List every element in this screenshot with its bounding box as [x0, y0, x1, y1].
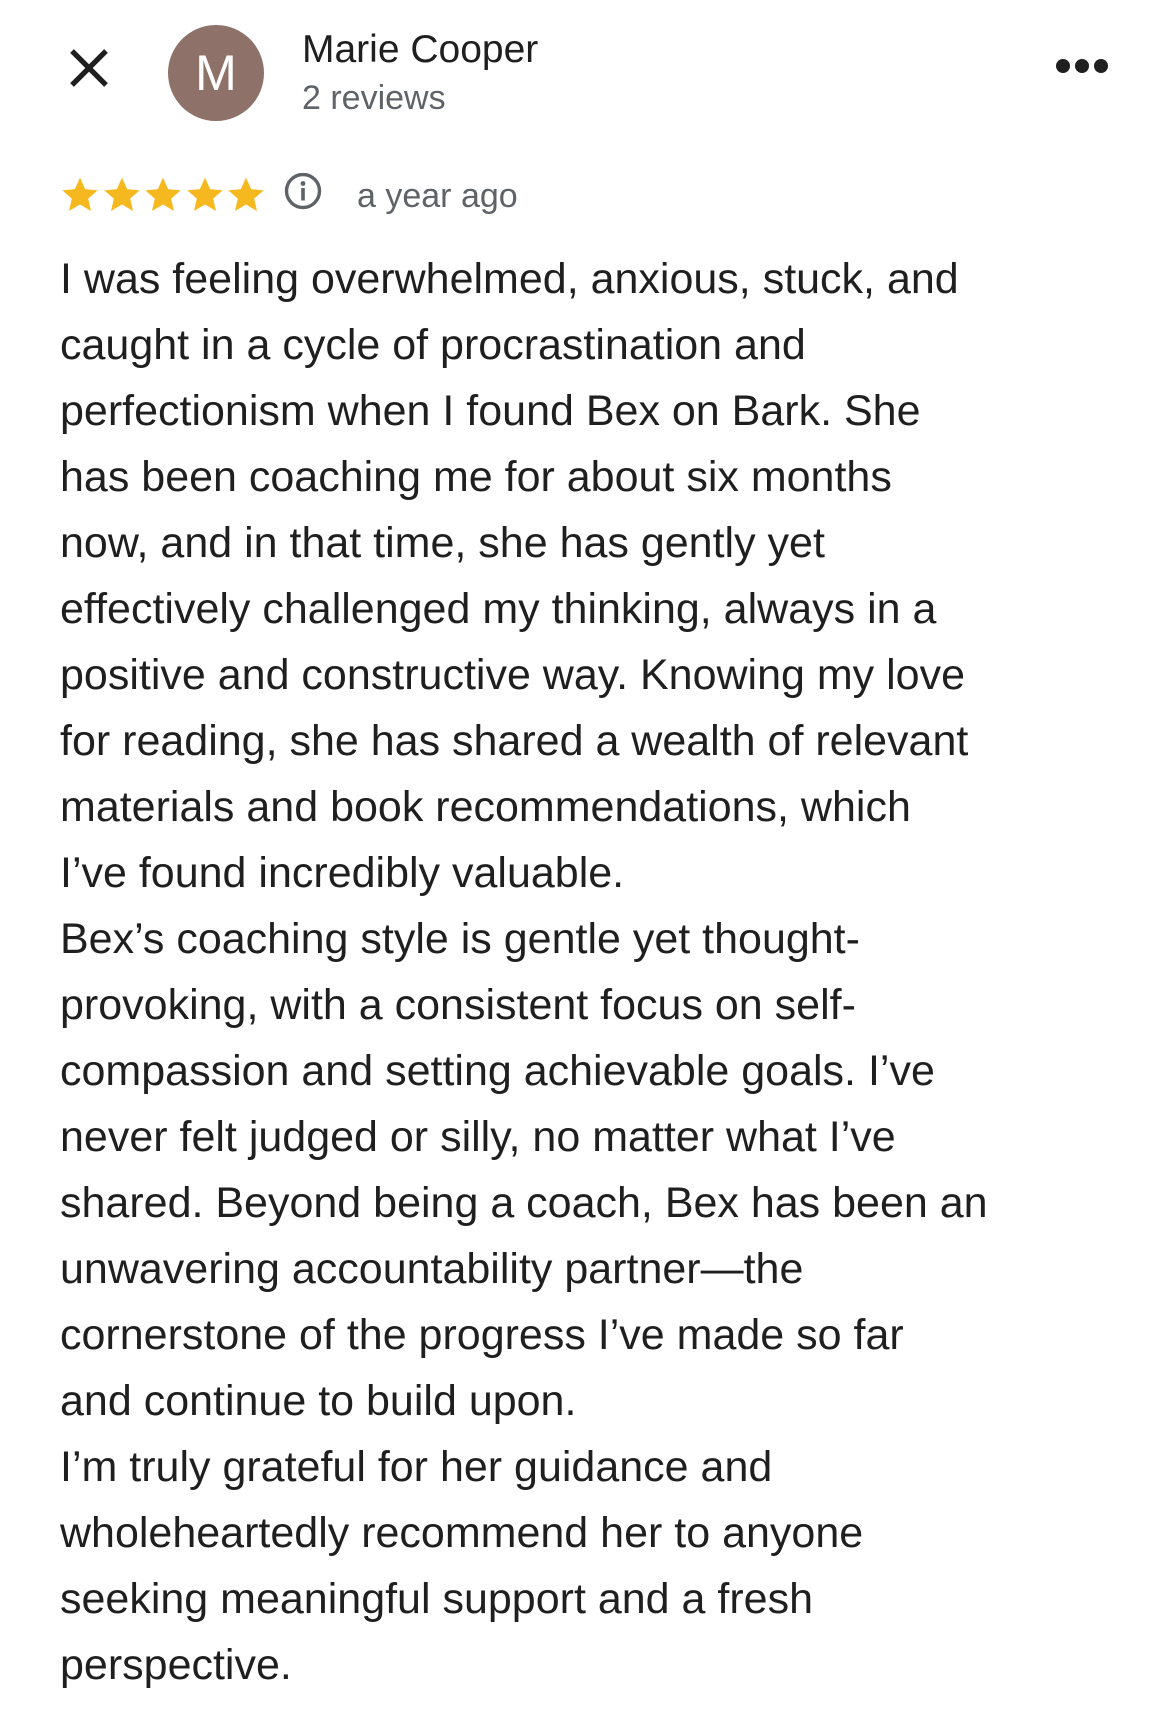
review-text-line: effectively challenged my thinking, alwa… [60, 585, 937, 633]
review-text-line: now, and in that time, she has gently ye… [60, 519, 825, 567]
review-text-line: and continue to build upon. [60, 1377, 577, 1425]
review-text-line: perfectionism when I found Bex on Bark. … [60, 387, 921, 435]
star-icon [226, 175, 266, 215]
review-text-line: I was feeling overwhelmed, anxious, stuc… [60, 255, 959, 303]
star-icon [102, 175, 142, 215]
more-options-button[interactable] [1040, 50, 1110, 96]
review-text-line: provoking, with a consistent focus on se… [60, 981, 856, 1029]
reviewer-name[interactable]: Marie Cooper [302, 26, 538, 74]
review-text-line: materials and book recommendations, whic… [60, 783, 911, 831]
review-text-line: wholeheartedly recommend her to anyone [60, 1509, 864, 1557]
avatar[interactable]: M [168, 25, 264, 121]
review-text-line: I’ve found incredibly valuable. [60, 849, 625, 897]
review-header: M Marie Cooper 2 reviews [0, 0, 1170, 150]
star-icon [185, 175, 225, 215]
review-text-line: seeking meaningful support and a fresh [60, 1575, 813, 1623]
review-text-line: cornerstone of the progress I’ve made so… [60, 1311, 904, 1359]
more-horizontal-icon [1056, 59, 1108, 73]
review-text-line: compassion and setting achievable goals.… [60, 1047, 935, 1095]
review-count: 2 reviews [302, 79, 446, 117]
star-icon [143, 175, 183, 215]
review-text-line: shared. Beyond being a coach, Bex has be… [60, 1179, 988, 1227]
star-rating [60, 175, 270, 219]
review-text-line: caught in a cycle of procrastination and [60, 321, 806, 369]
review-text-line: unwavering accountability partner—the [60, 1245, 804, 1293]
star-icon [60, 175, 100, 215]
review-text-line: for reading, she has shared a wealth of … [60, 717, 969, 765]
review-text-line: has been coaching me for about six month… [60, 453, 892, 501]
info-button[interactable] [282, 173, 328, 219]
info-icon [284, 173, 322, 210]
review-text-line: I’m truly grateful for her guidance and [60, 1443, 773, 1491]
review-date: a year ago [357, 177, 518, 215]
review-text-line: positive and constructive way. Knowing m… [60, 651, 966, 699]
review-text-line: Bex’s coaching style is gentle yet thoug… [60, 915, 860, 963]
review-text: I was feeling overwhelmed, anxious, stuc… [60, 246, 1110, 1698]
review-text-line: perspective. [60, 1641, 292, 1689]
close-button[interactable] [66, 40, 128, 102]
rating-row: a year ago [60, 168, 1060, 224]
review-text-line: never felt judged or silly, no matter wh… [60, 1113, 896, 1161]
close-icon [70, 49, 108, 87]
